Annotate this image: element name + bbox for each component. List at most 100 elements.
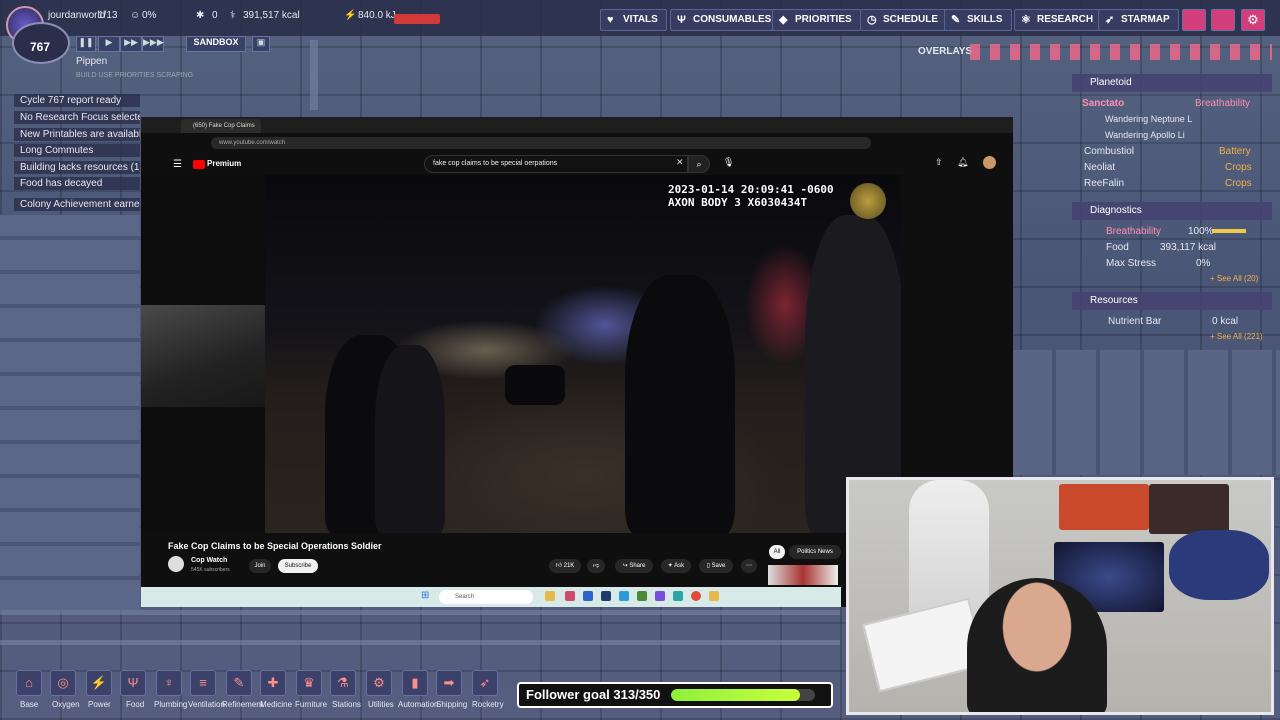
colony-base-left [0, 215, 140, 610]
speed-3-button[interactable]: ▶▶▶ [142, 36, 164, 52]
save-label: Save [711, 563, 726, 569]
see-all-diagnostics[interactable]: + See All (20) [1210, 274, 1258, 283]
edge-icon[interactable] [673, 591, 683, 601]
join-button[interactable]: Join [249, 559, 271, 573]
bell-icon[interactable]: 🔔︎ [957, 157, 968, 168]
settings-icon[interactable]: ⚙ [1241, 9, 1265, 31]
explorer-icon[interactable] [545, 591, 555, 601]
channel-avatar[interactable] [168, 556, 184, 572]
notification-item[interactable]: Colony Achievement earned [14, 198, 140, 211]
app-icon[interactable] [565, 591, 575, 601]
utilities-build-icon[interactable]: ⚙ [366, 670, 392, 696]
notification-item[interactable]: No Research Focus selected [14, 111, 140, 124]
subscribe-button[interactable]: Subscribe [278, 559, 318, 573]
app-icon[interactable] [655, 591, 665, 601]
app-icon[interactable] [709, 591, 719, 601]
priorities-button[interactable]: ◆ PRIORITIES [772, 9, 861, 31]
notification-item[interactable]: Cycle 767 report ready [14, 94, 140, 107]
plumbing-build-icon[interactable]: ♆ [156, 670, 182, 696]
share-button[interactable]: ↪ Share [615, 559, 653, 573]
planetoid-sub[interactable]: Wandering Neptune L [1105, 114, 1192, 124]
resources-header[interactable]: Resources [1072, 292, 1272, 310]
overlay-icons-row[interactable] [970, 44, 1272, 60]
clear-search-icon[interactable]: ✕ [676, 157, 684, 168]
hud-label: Food [126, 700, 145, 709]
consumables-button[interactable]: Ψ CONSUMABLES [670, 9, 781, 31]
planetoid-reefalin[interactable]: ReeFalin [1084, 178, 1124, 189]
like-button[interactable]: 👍︎ 21K [549, 559, 581, 573]
codex-icon[interactable] [1211, 9, 1235, 31]
search-icon[interactable]: ⌕ [688, 155, 710, 173]
subscriber-count: 545K subscribers [191, 567, 230, 573]
resource-value: 0 kcal [1212, 316, 1239, 327]
channel-name[interactable]: Cop Watch [191, 557, 227, 564]
app-icon[interactable] [637, 591, 647, 601]
chrome-icon[interactable] [691, 591, 701, 601]
ventilation-build-icon[interactable]: ≡ [190, 670, 216, 696]
dupe-errand: BUILD USE PRIORITIES SCRAPING [76, 72, 194, 79]
planetoid-sanctato[interactable]: Sanctato [1082, 98, 1124, 109]
upload-icon[interactable]: ⇧ [935, 157, 943, 168]
diag-name: Food [1106, 242, 1129, 253]
speed-2-button[interactable]: ▶▶ [120, 36, 142, 52]
automation-build-icon[interactable]: ▮ [402, 670, 428, 696]
browser-tab[interactable]: (650) Fake Cop Claims [181, 119, 261, 133]
notification-item[interactable]: Long Commutes [14, 144, 140, 157]
planetoid-neoliat[interactable]: Neoliat [1084, 162, 1115, 173]
see-all-resources[interactable]: + See All (221) [1210, 332, 1263, 341]
pipe [0, 640, 840, 645]
more-icon[interactable]: ⋯ [741, 559, 757, 573]
medicine-build-icon[interactable]: ✚ [260, 670, 286, 696]
chip-politics[interactable]: Politics News [789, 545, 841, 559]
starmap-label: STARMAP [1121, 14, 1170, 25]
lock-icon[interactable]: ▣ [252, 36, 270, 52]
shipping-build-icon[interactable]: ➡ [436, 670, 462, 696]
notification-item[interactable]: Building lacks resources (1) [14, 161, 140, 174]
refinement-build-icon[interactable]: ✎ [226, 670, 252, 696]
planetoid-header[interactable]: Planetoid [1072, 74, 1272, 92]
follower-progress-fill [671, 689, 800, 701]
sandbox-toggle[interactable]: SANDBOX [186, 36, 246, 52]
priority-icon: ◆ [779, 14, 788, 26]
taskbar-search[interactable]: Search [439, 590, 533, 604]
food-build-icon[interactable]: Ψ [120, 670, 146, 696]
report-icon[interactable] [1182, 9, 1206, 31]
mic-icon[interactable]: 🎙︎ [723, 157, 734, 168]
chip-all[interactable]: All [769, 545, 785, 559]
ask-button[interactable]: ✦ Ask [661, 559, 691, 573]
power-build-icon[interactable]: ⚡ [86, 670, 112, 696]
diagnostics-header[interactable]: Diagnostics [1072, 202, 1272, 220]
base-build-icon[interactable]: ⌂ [16, 670, 42, 696]
search-input[interactable]: fake cop claims to be special oerpations [424, 155, 688, 173]
related-video-thumbnail[interactable] [768, 565, 838, 585]
planetoid-combustiol[interactable]: Combustiol [1084, 146, 1134, 157]
notification-item[interactable]: Food has decayed [14, 177, 140, 190]
furniture-build-icon[interactable]: ♛ [296, 670, 322, 696]
rocketry-build-icon[interactable]: ➶ [472, 670, 498, 696]
save-button[interactable]: ▯ Save [699, 559, 733, 573]
vitals-button[interactable]: ♥ VITALS [600, 9, 667, 31]
app-icon[interactable] [583, 591, 593, 601]
video-player[interactable]: 2023-01-14 20:09:41 -0600 AXON BODY 3 X6… [265, 175, 901, 533]
youtube-logo-icon[interactable] [193, 160, 205, 169]
address-bar[interactable]: www.youtube.com/watch [211, 137, 871, 149]
pause-button[interactable]: ❚❚ [76, 36, 96, 52]
starmap-button[interactable]: ➶ STARMAP [1098, 9, 1179, 31]
oxygen-build-icon[interactable]: ◎ [50, 670, 76, 696]
dislike-button[interactable]: 👎︎ [587, 559, 605, 573]
menu-icon[interactable]: ☰ [173, 159, 182, 170]
windows-start-icon[interactable]: ⊞ [421, 590, 429, 601]
speed-1-button[interactable]: ▶ [98, 36, 120, 52]
schedule-button[interactable]: ◷ SCHEDULE [860, 9, 948, 31]
account-avatar[interactable] [983, 156, 996, 169]
planetoid-sub[interactable]: Wandering Apollo Li [1105, 130, 1185, 140]
notification-item[interactable]: New Printables are available [14, 128, 140, 141]
stations-build-icon[interactable]: ⚗ [330, 670, 356, 696]
app-icon[interactable] [601, 591, 611, 601]
axon-logo-icon [850, 183, 886, 219]
skills-button[interactable]: ✎ SKILLS [944, 9, 1012, 31]
app-icon[interactable] [619, 591, 629, 601]
premium-brand[interactable]: Premium [207, 159, 241, 168]
sanctato-status: Breathability [1195, 98, 1251, 109]
research-button[interactable]: ⚛ RESEARCH [1014, 9, 1103, 31]
